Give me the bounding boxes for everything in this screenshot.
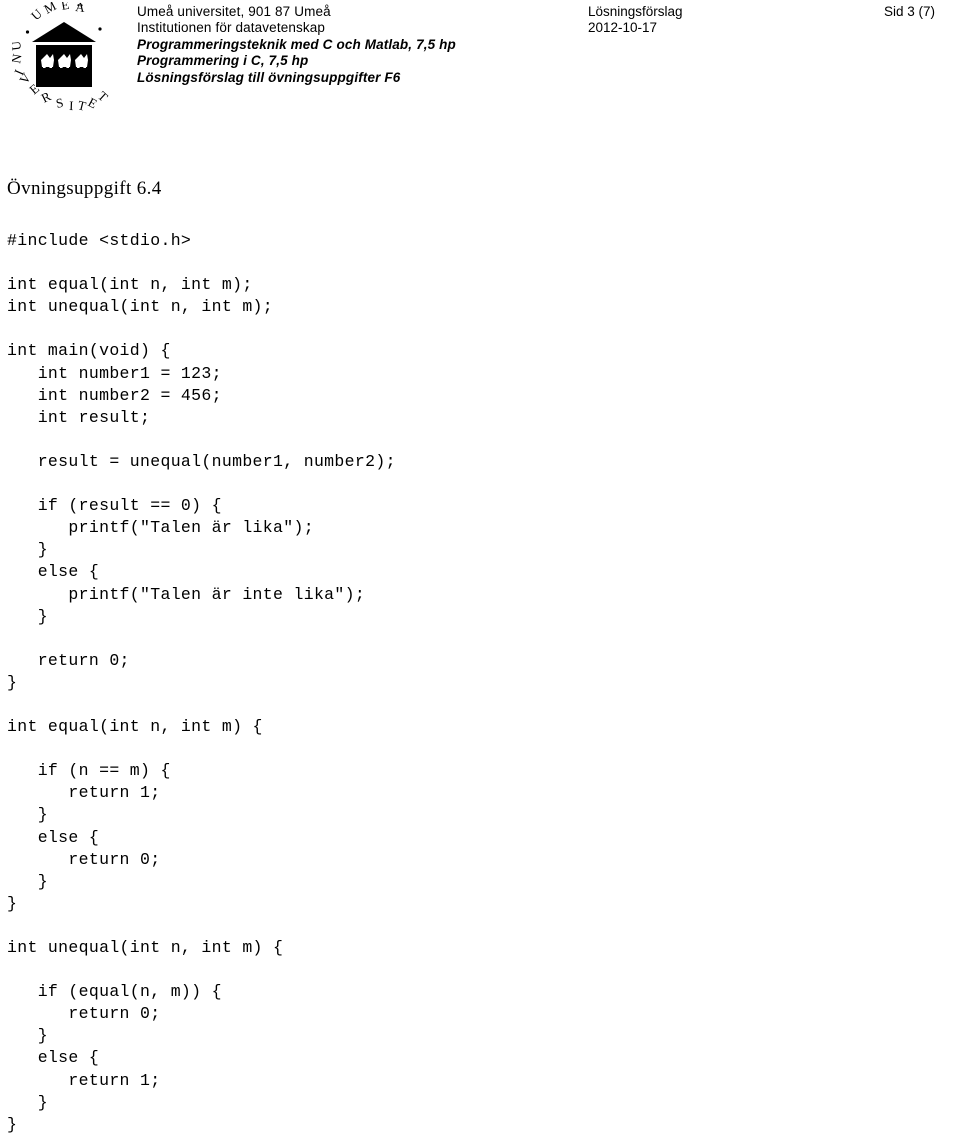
code-line: return 1; — [7, 1070, 161, 1090]
svg-text:N: N — [12, 52, 25, 64]
document-date: 2012-10-17 — [588, 20, 658, 36]
code-line: #include <stdio.h> — [7, 231, 192, 250]
code-line: } — [7, 871, 48, 891]
code-line: result = unequal(number1, number2); — [7, 451, 396, 471]
document-type-label: Lösningsförslag — [588, 4, 683, 19]
document-header: U M E A U N I V E R S I T E T Umeå unive… — [0, 0, 960, 130]
svg-text:M: M — [41, 2, 59, 17]
org-line-department: Institutionen för datavetenskap — [137, 20, 326, 36]
code-line: } — [7, 1114, 18, 1134]
code-line: return 0; — [7, 650, 130, 670]
code-line: if (n == m) { — [7, 761, 171, 781]
org-line-university: Umeå universitet, 901 87 Umeå — [137, 4, 331, 19]
svg-text:E: E — [60, 2, 70, 13]
code-line: int unequal(int n, int m); — [7, 297, 274, 317]
svg-text:R: R — [39, 88, 54, 105]
org-line-course-main: Programmeringsteknik med C och Matlab, 7… — [137, 36, 456, 52]
code-line: int unequal(int n, int m) { — [7, 938, 284, 957]
svg-text:U: U — [12, 40, 24, 52]
code-line: if (equal(n, m)) { — [7, 982, 222, 1002]
code-line: return 1; — [7, 783, 161, 803]
org-line-document: Lösningsförslag till övningsuppgifter F6 — [137, 69, 401, 85]
page-number: Sid 3 (7) — [884, 4, 936, 19]
code-line: } — [7, 672, 18, 692]
code-line: return 0; — [7, 849, 161, 869]
code-line: int result; — [7, 407, 151, 427]
code-line: else { — [7, 827, 100, 847]
code-line: } — [7, 1092, 48, 1112]
code-line: else { — [7, 562, 100, 582]
code-line: else { — [7, 1048, 100, 1068]
code-line: printf("Talen är lika"); — [7, 518, 314, 538]
code-line: int number2 = 456; — [7, 385, 222, 405]
code-listing: #include <stdio.h> int equal(int n, int … — [7, 230, 907, 1136]
org-line-course-alt: Programmering i C, 7,5 hp — [137, 53, 309, 69]
code-line: } — [7, 540, 48, 560]
code-line: } — [7, 1026, 48, 1046]
code-line: int equal(int n, int m); — [7, 275, 253, 295]
code-line: if (result == 0) { — [7, 496, 222, 516]
svg-text:A: A — [75, 2, 87, 15]
svg-text:S: S — [55, 95, 65, 111]
code-line: return 0; — [7, 1004, 161, 1024]
page-title: Övningsuppgift 6.4 — [7, 178, 162, 199]
umea-university-seal-logo: U M E A U N I V E R S I T E T — [12, 2, 122, 114]
code-line: } — [7, 606, 48, 626]
code-line: printf("Talen är inte lika"); — [7, 584, 366, 604]
code-line: int equal(int n, int m) { — [7, 717, 263, 737]
svg-text:I: I — [69, 98, 74, 113]
code-line: int number1 = 123; — [7, 363, 222, 383]
document-meta: Lösningsförslag 2012-10-17 — [588, 4, 848, 37]
organization-address-block: Umeå universitet, 901 87 Umeå Institutio… — [137, 4, 557, 86]
code-line: int main(void) { — [7, 341, 171, 361]
code-line: } — [7, 805, 48, 825]
code-line: } — [7, 893, 18, 913]
